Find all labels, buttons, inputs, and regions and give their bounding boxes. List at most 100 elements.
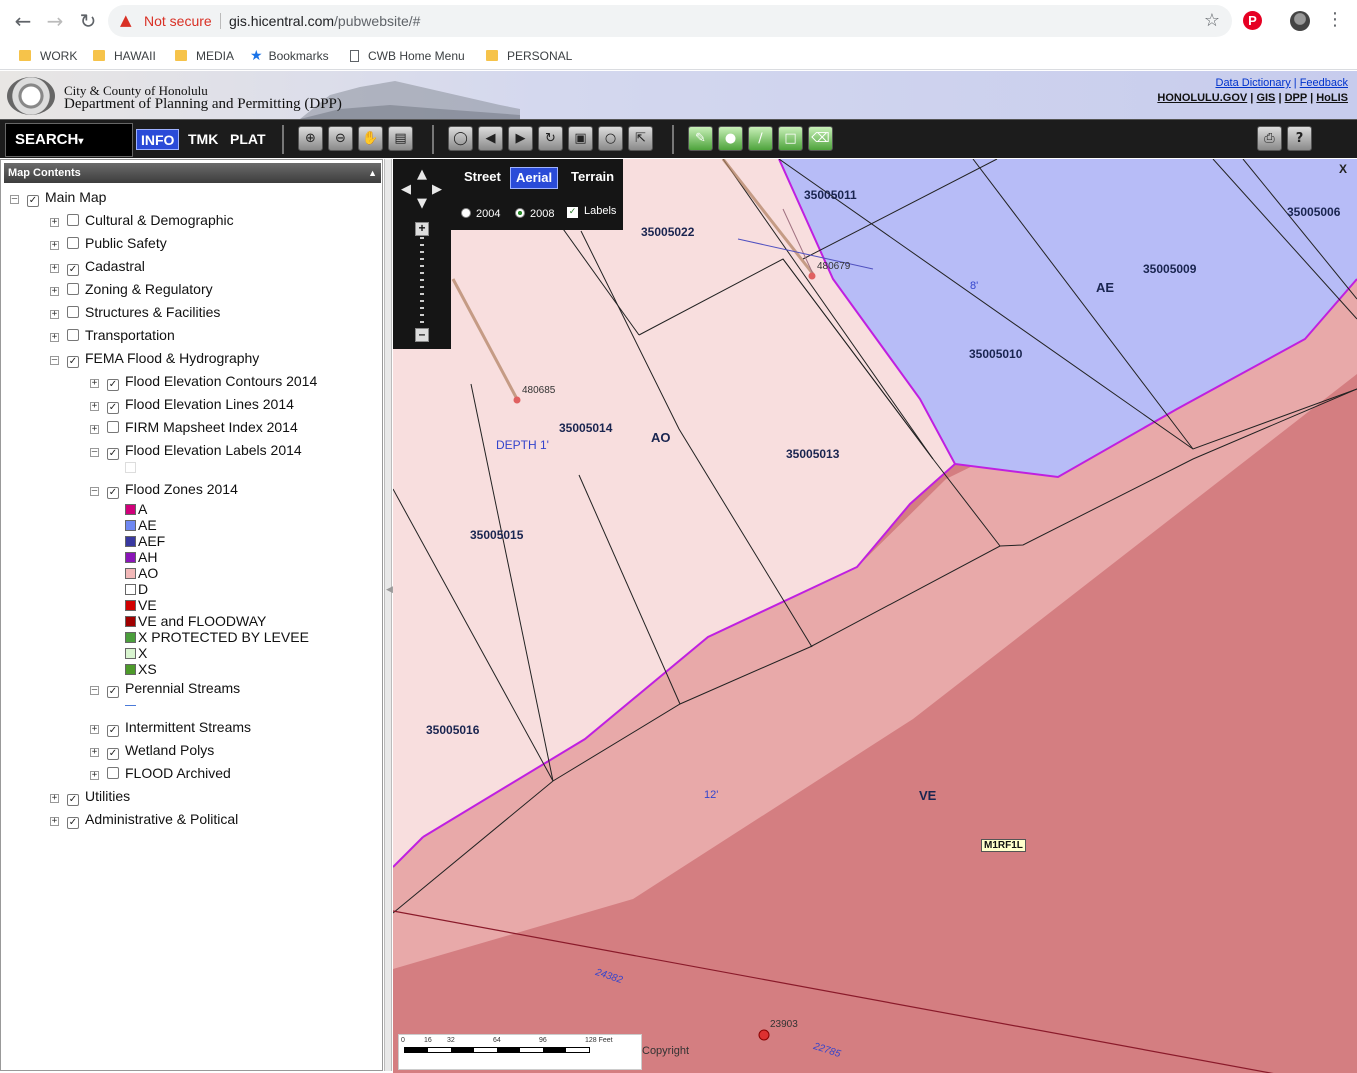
previous-extent-icon[interactable]: ◀	[478, 126, 503, 151]
tree-public-safety[interactable]: + Public Safety	[50, 234, 167, 252]
expand-icon[interactable]: +	[50, 333, 59, 342]
tree-flood-zones[interactable]: – ✓ Flood Zones 2014	[90, 480, 238, 499]
reload-icon[interactable]: ↻	[76, 9, 100, 33]
expand-icon[interactable]: +	[90, 379, 99, 388]
expand-icon[interactable]: +	[90, 725, 99, 734]
basemap-street[interactable]: Street	[459, 167, 506, 189]
tree-main-map[interactable]: – ✓ Main Map	[10, 188, 106, 207]
tree-fema-flood[interactable]: – ✓ FEMA Flood & Hydrography	[50, 349, 259, 368]
tab-tmk[interactable]: TMK	[184, 129, 222, 150]
tree-administrative[interactable]: + ✓ Administrative & Political	[50, 810, 238, 829]
dpp-link[interactable]: DPP	[1285, 92, 1307, 104]
url-text[interactable]: gis.hicentral.com/pubwebsite/#	[229, 13, 420, 29]
expand-icon[interactable]: +	[50, 264, 59, 273]
zoom-out-button[interactable]: –	[415, 328, 429, 342]
collapse-icon[interactable]: –	[90, 448, 99, 457]
honolulu-gov-link[interactable]: HONOLULU.GOV	[1157, 92, 1247, 104]
identify-tool-icon[interactable]: ▣	[568, 126, 593, 151]
bookmark-work[interactable]: WORK	[19, 46, 77, 66]
bookmark-star-icon[interactable]: ☆	[1204, 10, 1220, 31]
expand-icon[interactable]: +	[50, 310, 59, 319]
eraser-icon[interactable]: ⌫	[808, 126, 833, 151]
full-extent-globe-icon[interactable]: ◯	[448, 126, 473, 151]
layer-checkbox[interactable]: ✓	[67, 817, 79, 829]
layer-checkbox[interactable]: ✓	[107, 686, 119, 698]
map-canvas[interactable]	[393, 159, 1357, 1073]
url-omnibox[interactable]: ▲ Not secure gis.hicentral.com/pubwebsit…	[108, 5, 1232, 37]
layer-checkbox[interactable]	[67, 214, 79, 226]
expand-icon[interactable]: +	[50, 794, 59, 803]
layer-checkbox[interactable]: ✓	[67, 356, 79, 368]
panel-splitter[interactable]: ◀	[384, 159, 393, 1071]
tab-info[interactable]: INFO	[136, 129, 180, 150]
expand-icon[interactable]: +	[50, 817, 59, 826]
collapse-icon[interactable]: –	[50, 356, 59, 365]
tree-flood-contours[interactable]: + ✓ Flood Elevation Contours 2014	[90, 372, 317, 391]
draw-point-icon[interactable]: ●	[718, 126, 743, 151]
forward-icon[interactable]: →	[43, 9, 67, 33]
gis-link[interactable]: GIS	[1256, 92, 1275, 104]
zoom-slider[interactable]	[420, 237, 424, 327]
tree-perennial-streams[interactable]: – ✓ Perennial Streams	[90, 679, 240, 698]
tree-cultural[interactable]: + Cultural & Demographic	[50, 211, 234, 229]
tab-plat[interactable]: PLAT	[226, 129, 270, 150]
callout-tool-icon[interactable]: ○	[598, 126, 623, 151]
tree-structures[interactable]: + Structures & Facilities	[50, 303, 220, 321]
zoom-out-tool-icon[interactable]: ⊖	[328, 126, 353, 151]
search-menu-button[interactable]: SEARCH▾	[5, 123, 133, 157]
feedback-link[interactable]: Feedback	[1300, 77, 1348, 89]
pan-hand-tool-icon[interactable]: ✋	[358, 126, 383, 151]
benchmark-point[interactable]	[513, 396, 521, 404]
zoom-in-button[interactable]: +	[415, 222, 429, 236]
collapse-panel-icon[interactable]: ▲	[368, 163, 377, 183]
draw-pen-icon[interactable]: ✎	[688, 126, 713, 151]
parcel-label[interactable]: 35005010	[969, 347, 1022, 361]
pan-left-icon[interactable]: ◀	[401, 182, 411, 197]
pinterest-extension-icon[interactable]: P	[1243, 11, 1262, 30]
layer-checkbox[interactable]: ✓	[107, 448, 119, 460]
expand-icon[interactable]: +	[90, 402, 99, 411]
expand-icon[interactable]: +	[90, 771, 99, 780]
holis-link[interactable]: HoLIS	[1316, 92, 1348, 104]
layer-checkbox[interactable]: ✓	[107, 402, 119, 414]
layer-checkbox[interactable]	[107, 767, 119, 779]
browser-menu-icon[interactable]: ⋮	[1326, 9, 1344, 30]
layer-checkbox[interactable]	[107, 421, 119, 433]
layer-checkbox[interactable]	[67, 329, 79, 341]
parcel-label[interactable]: 35005013	[786, 447, 839, 461]
tree-flood-labels[interactable]: – ✓ Flood Elevation Labels 2014	[90, 441, 302, 460]
year-2008-radio[interactable]: 2008	[515, 208, 554, 220]
bookmark-hawaii[interactable]: HAWAII	[93, 46, 156, 66]
tree-wetland-polys[interactable]: + ✓ Wetland Polys	[90, 741, 214, 760]
layer-checkbox[interactable]	[67, 283, 79, 295]
collapse-icon[interactable]: –	[90, 686, 99, 695]
layer-checkbox[interactable]: ✓	[67, 264, 79, 276]
pan-up-icon[interactable]: ▲	[417, 167, 427, 182]
pan-down-icon[interactable]: ▼	[417, 196, 427, 211]
expand-icon[interactable]: +	[50, 287, 59, 296]
tree-flood-archived[interactable]: + FLOOD Archived	[90, 764, 231, 782]
layer-checkbox[interactable]: ✓	[67, 794, 79, 806]
tree-intermittent-streams[interactable]: + ✓ Intermittent Streams	[90, 718, 251, 737]
bookmark-personal[interactable]: PERSONAL	[486, 46, 572, 66]
tree-cadastral[interactable]: + ✓ Cadastral	[50, 257, 145, 276]
profile-avatar[interactable]	[1290, 11, 1310, 31]
back-icon[interactable]: ←	[11, 9, 35, 33]
tree-transportation[interactable]: + Transportation	[50, 326, 175, 344]
year-2004-radio[interactable]: 2004	[461, 208, 500, 220]
pan-right-icon[interactable]: ▶	[432, 182, 442, 197]
layer-checkbox[interactable]	[67, 306, 79, 318]
benchmark-point[interactable]	[758, 1029, 770, 1041]
parcel-label[interactable]: 35005015	[470, 528, 523, 542]
layer-checkbox[interactable]	[67, 237, 79, 249]
map-view[interactable]: 35005011 35005022 35005006 35005009 3500…	[393, 159, 1357, 1073]
tree-utilities[interactable]: + ✓ Utilities	[50, 787, 130, 806]
select-tool-icon[interactable]: ⇱	[628, 126, 653, 151]
layer-checkbox[interactable]: ✓	[107, 487, 119, 499]
bookmark-cwb-home-menu[interactable]: CWB Home Menu	[350, 46, 465, 66]
help-icon[interactable]: ?	[1287, 126, 1312, 151]
bookmark-media[interactable]: MEDIA	[175, 46, 234, 66]
expand-icon[interactable]: +	[90, 425, 99, 434]
layer-checkbox[interactable]: ✓	[107, 725, 119, 737]
layer-checkbox[interactable]: ✓	[107, 748, 119, 760]
